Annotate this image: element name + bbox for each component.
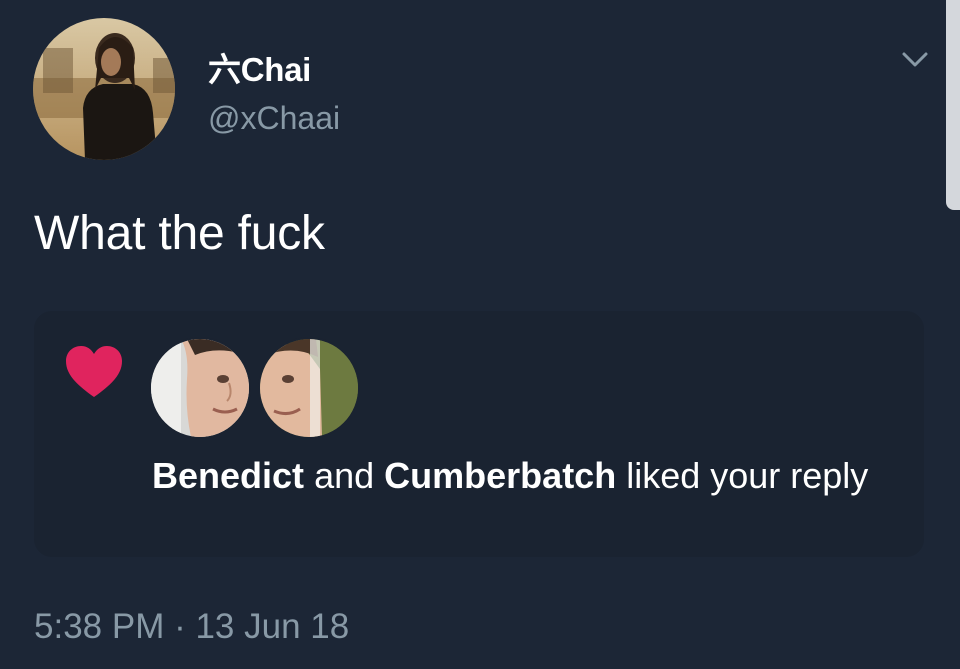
author-handle[interactable]: @xChaai — [208, 100, 340, 137]
liker-avatar-benedict[interactable] — [149, 337, 251, 439]
chevron-down-icon[interactable] — [900, 46, 930, 72]
notification-message: Benedict and Cumberbatch liked your repl… — [152, 451, 912, 501]
liker-name-2[interactable]: Cumberbatch — [384, 455, 616, 496]
tweet-screenshot: 六Chai @xChaai What the fuck Benedict and… — [0, 0, 960, 669]
tweet-timestamp[interactable]: 5:38 PM · 13 Jun 18 — [34, 607, 349, 647]
liker-avatar-image — [260, 339, 358, 437]
tweet-text: What the fuck — [34, 207, 325, 260]
scrollbar-thumb[interactable] — [946, 0, 960, 210]
liker-avatar-image — [151, 339, 249, 437]
connector-text: and — [314, 455, 375, 496]
liker-avatar-cumberbatch[interactable] — [258, 337, 360, 439]
notification-rest: liked your reply — [626, 455, 869, 496]
author-avatar[interactable] — [33, 18, 175, 160]
author-avatar-image — [33, 18, 175, 160]
author-display-name[interactable]: 六Chai — [208, 43, 311, 91]
heart-icon — [64, 345, 124, 399]
liker-name-1[interactable]: Benedict — [152, 455, 304, 496]
